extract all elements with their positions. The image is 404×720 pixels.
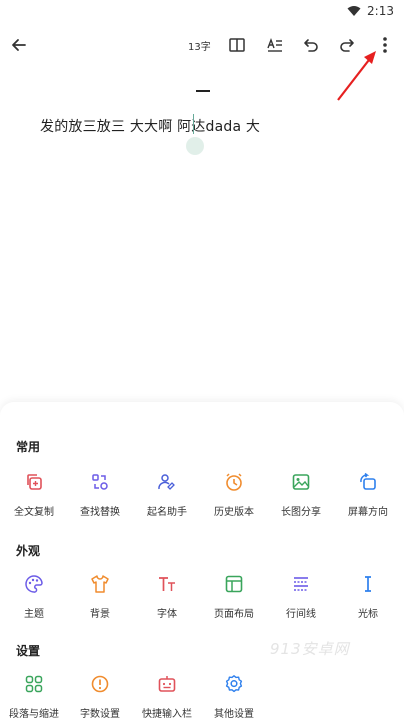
- text-format-icon[interactable]: [262, 32, 288, 58]
- section-title-appearance: 外观: [16, 544, 41, 558]
- alert-circle-icon: [88, 672, 112, 696]
- text-cursor: [193, 114, 194, 134]
- undo-icon[interactable]: [298, 32, 324, 58]
- common-row: 全文复制 查找替换 起名助手 历史版本 长图分享 屏幕方向: [0, 470, 404, 530]
- more-vert-icon[interactable]: [372, 32, 398, 58]
- paragraph-indent-button[interactable]: 段落与缩进: [1, 672, 67, 720]
- line-spacing-icon: [289, 572, 313, 596]
- editor-toolbar: 13字: [0, 30, 404, 60]
- naming-assistant-icon: [155, 470, 179, 494]
- settings-gear-icon: [222, 672, 246, 696]
- palette-icon: [22, 572, 46, 596]
- title-placeholder[interactable]: [196, 90, 210, 92]
- quick-input-bar-button[interactable]: 快捷输入栏: [134, 672, 200, 720]
- watermark: 913安卓网: [270, 640, 350, 658]
- back-arrow-icon[interactable]: [6, 32, 32, 58]
- status-bar: 2:13: [0, 0, 404, 26]
- paragraph-grid-icon: [22, 672, 46, 696]
- long-image-share-button[interactable]: 长图分享: [268, 470, 334, 518]
- font-icon: [155, 572, 179, 596]
- naming-assistant-button[interactable]: 起名助手: [134, 470, 200, 518]
- settings-row: 段落与缩进 字数设置 快捷输入栏 其他设置: [0, 672, 404, 720]
- line-spacing-button[interactable]: 行间线: [268, 572, 334, 620]
- image-share-icon: [289, 470, 313, 494]
- history-version-button[interactable]: 历史版本: [201, 470, 267, 518]
- redo-icon[interactable]: [334, 32, 360, 58]
- theme-button[interactable]: 主题: [1, 572, 67, 620]
- section-title-settings: 设置: [16, 644, 41, 658]
- find-replace-button[interactable]: 查找替换: [67, 470, 133, 518]
- shirt-icon: [88, 572, 112, 596]
- screen-rotate-icon: [356, 470, 380, 494]
- status-time: 2:13: [367, 4, 394, 18]
- book-icon[interactable]: [224, 32, 250, 58]
- page-layout-button[interactable]: 页面布局: [201, 572, 267, 620]
- cursor-style-button[interactable]: 光标: [335, 572, 401, 620]
- screen-orientation-button[interactable]: 屏幕方向: [335, 470, 401, 518]
- copy-all-button[interactable]: 全文复制: [1, 470, 67, 518]
- layout-icon: [222, 572, 246, 596]
- appearance-row: 主题 背景 字体 页面布局 行间线 光标: [0, 572, 404, 632]
- font-button[interactable]: 字体: [134, 572, 200, 620]
- more-options-sheet: 常用 全文复制 查找替换 起名助手 历史版本 长图分享 屏幕方向 外观 主题 背…: [0, 402, 404, 720]
- editor-content[interactable]: 发的放三放三 大大啊 阿达dada 大: [40, 116, 260, 136]
- history-clock-icon: [222, 470, 246, 494]
- section-title-common: 常用: [16, 440, 41, 454]
- cursor-handle[interactable]: [186, 137, 204, 155]
- word-count[interactable]: 13字: [188, 38, 211, 53]
- background-button[interactable]: 背景: [67, 572, 133, 620]
- wifi-icon: [347, 6, 361, 16]
- text-cursor-icon: [356, 572, 380, 596]
- copy-icon: [22, 470, 46, 494]
- quick-input-icon: [155, 672, 179, 696]
- find-replace-icon: [88, 470, 112, 494]
- word-count-settings-button[interactable]: 字数设置: [67, 672, 133, 720]
- other-settings-button[interactable]: 其他设置: [201, 672, 267, 720]
